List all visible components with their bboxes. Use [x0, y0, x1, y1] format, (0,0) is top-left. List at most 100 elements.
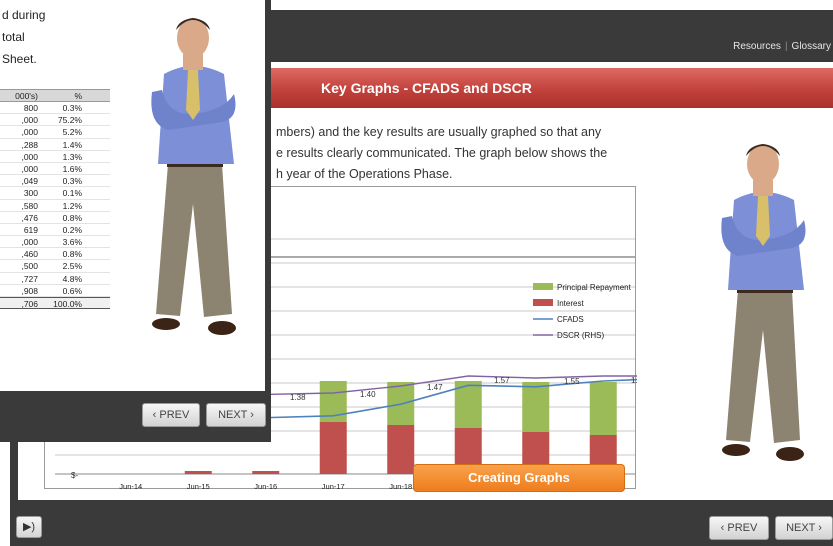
table-cell: 0.1%: [62, 188, 82, 199]
dscr-data-label: 1.57: [494, 376, 510, 385]
table-cell: ,288: [21, 139, 38, 150]
chevron-right-icon: ›: [818, 522, 822, 534]
bottom-bar: ▶) ‹ PREV NEXT ›: [10, 500, 833, 546]
table-row: ,460 0.8%: [0, 248, 110, 261]
x-tick-label: Jun-17: [322, 482, 345, 490]
table-row: ,000 1.3%: [0, 151, 110, 163]
popup-next-label: NEXT: [218, 409, 248, 421]
table-cell: ,000: [21, 127, 38, 138]
principal-bar: [589, 382, 617, 435]
slide-body-text: mbers) and the key results are usually g…: [276, 122, 636, 185]
table-cell: 1.6%: [62, 163, 82, 174]
table-cell: 0.6%: [62, 285, 82, 296]
table-cell: ,049: [21, 176, 38, 187]
table-row: ,049 0.3%: [0, 175, 110, 188]
x-tick-label: Jun-15: [187, 482, 210, 490]
table-cell: ,476: [21, 212, 38, 223]
resources-link[interactable]: Resources: [733, 41, 781, 52]
table-header-cell: %: [74, 91, 82, 101]
body-line: mbers) and the key results are usually g…: [276, 125, 602, 139]
table-cell: ,000: [21, 115, 38, 126]
table-row: ,000 75.2%: [0, 114, 110, 127]
table-row: ,288 1.4%: [0, 139, 110, 151]
principal-bar: [522, 382, 550, 432]
popup-text: d during total Sheet.: [2, 4, 45, 70]
body-line: h year of the Operations Phase.: [276, 167, 453, 181]
table-row: ,000 5.2%: [0, 126, 110, 139]
table-row: 800 0.3%: [0, 102, 110, 115]
table-header: 000's) %: [0, 89, 110, 102]
legend-swatch: [533, 283, 553, 290]
prev-label: PREV: [727, 522, 758, 534]
table-cell: 1.3%: [62, 151, 82, 162]
slide-title: Key Graphs - CFADS and DSCR: [321, 80, 532, 96]
table-cell: 619: [23, 224, 38, 235]
table-cell: ,727: [21, 273, 38, 284]
next-button[interactable]: NEXT ›: [775, 516, 833, 540]
dscr-data-label: 1.47: [427, 383, 443, 392]
table-header-cell: 000's): [15, 91, 38, 101]
table-cell: 0.2%: [62, 224, 82, 235]
popup-content: d during total Sheet. 000's) % 800 0.3% ,0…: [0, 0, 265, 391]
legend-label: Principal Repayment: [557, 283, 632, 292]
prev-button[interactable]: ‹ PREV: [709, 516, 769, 540]
body-line: e results clearly communicated. The grap…: [276, 146, 608, 160]
table-cell: 0.3%: [62, 176, 82, 187]
interest-bar: [319, 422, 347, 474]
legend-label: DSCR (RHS): [557, 331, 604, 340]
table-cell: ,908: [21, 285, 38, 296]
next-label: NEXT: [786, 522, 816, 534]
table-cell: 75.2%: [57, 115, 82, 126]
table-row: ,580 1.2%: [0, 200, 110, 212]
chevron-left-icon: ‹: [152, 409, 157, 421]
table-cell: 1.2%: [62, 200, 82, 211]
table-row: ,000 1.6%: [0, 163, 110, 176]
table-row: 300 0.1%: [0, 187, 110, 200]
table-cell: ,706: [21, 299, 38, 309]
x-tick-label: Jun-14: [119, 482, 142, 490]
link-separator: |: [784, 41, 788, 52]
x-tick-label: Jun-16: [254, 482, 277, 490]
table-cell: ,000: [21, 163, 38, 174]
table-cell: 3.6%: [62, 237, 82, 248]
speaker-icon[interactable]: ▶): [16, 516, 42, 538]
table-cell: 300: [23, 188, 38, 199]
interest-bar: [184, 471, 212, 474]
interest-bar: [387, 425, 415, 474]
table-cell: ,460: [21, 249, 38, 260]
chevron-right-icon: ›: [250, 409, 254, 421]
table-cell: 5.2%: [62, 127, 82, 138]
table-row: ,476 0.8%: [0, 212, 110, 224]
table-total-row: ,706 100.0%: [0, 297, 110, 310]
table-row: ,000 3.6%: [0, 236, 110, 249]
popup-line: total: [2, 30, 25, 44]
popup-line: Sheet.: [2, 52, 37, 66]
dscr-data-label: 1.38: [290, 393, 306, 402]
legend-label: Interest: [557, 299, 584, 308]
course-player-page: Resources | Glossary Key Graphs - CFADS an…: [0, 0, 833, 546]
legend-label: CFADS: [557, 315, 584, 324]
popup-line: d during: [2, 8, 46, 22]
interest-bar: [252, 471, 280, 474]
table-row: ,908 0.6%: [0, 285, 110, 297]
popup-next-button[interactable]: NEXT ›: [206, 403, 266, 427]
glossary-link[interactable]: Glossary: [792, 41, 831, 52]
creating-graphs-button[interactable]: Creating Graphs: [413, 464, 625, 492]
table-cell: 800: [23, 103, 38, 113]
y-tick-label: $-: [71, 471, 78, 480]
popup-prev-button[interactable]: ‹ PREV: [142, 403, 200, 427]
table-row: ,727 4.8%: [0, 273, 110, 285]
table-row: 619 0.2%: [0, 224, 110, 237]
table-cell: 2.5%: [62, 261, 82, 272]
dscr-data-label: 1.40: [360, 390, 376, 399]
presenter-figure-left: [138, 14, 248, 344]
table-row: ,500 2.5%: [0, 260, 110, 273]
legend-swatch: [533, 299, 553, 306]
table-cell: 0.3%: [62, 103, 82, 113]
popup-prev-label: PREV: [159, 409, 190, 421]
popup-panel: d during total Sheet. 000's) % 800 0.3% ,0…: [0, 0, 271, 442]
top-links: Resources | Glossary: [733, 41, 831, 52]
table-cell: 0.8%: [62, 249, 82, 260]
x-tick-label: Jun-18: [389, 482, 412, 490]
dscr-data-label: 1.55: [564, 377, 580, 386]
